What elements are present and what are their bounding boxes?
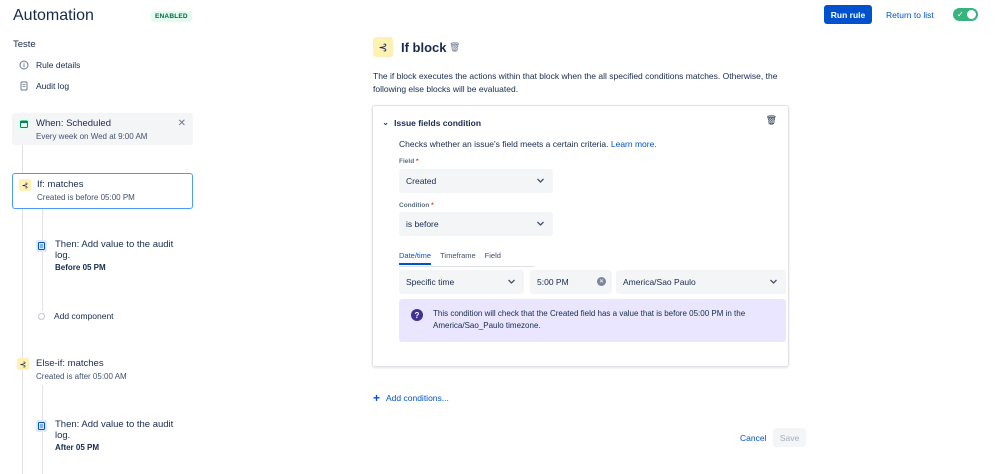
audit-log-label: Audit log — [36, 81, 70, 91]
learn-more-link[interactable]: Learn more. — [611, 139, 657, 149]
comparison-tabs: Date/time Timeframe Field — [399, 251, 501, 265]
time-mode-select[interactable]: Specific time — [399, 270, 524, 294]
check-icon: ✓ — [957, 10, 964, 19]
chevron-down-icon — [507, 277, 516, 288]
condition-panel: ⌄ Issue fields condition 🗑 Checks whethe… — [372, 105, 789, 367]
status-badge: ENABLED — [151, 11, 192, 22]
document-icon — [19, 81, 29, 91]
add-component-button[interactable]: Add component — [38, 311, 114, 321]
audit-log-action-icon — [36, 420, 47, 432]
if-block-card[interactable]: ⊰ If: matches Created is before 05:00 PM — [12, 173, 193, 209]
run-rule-button[interactable]: Run rule — [824, 5, 872, 24]
audit-log-action-icon — [36, 240, 47, 252]
condition-select-value: is before — [406, 219, 439, 229]
timezone-select[interactable]: America/Sao Paulo — [616, 270, 786, 294]
field-label: Field * — [399, 158, 419, 165]
required-marker: * — [431, 202, 434, 209]
field-label-text: Field — [399, 158, 415, 165]
tab-date-time[interactable]: Date/time — [399, 251, 432, 265]
save-button[interactable]: Save — [773, 428, 806, 447]
branch-icon: ⊰ — [17, 358, 29, 370]
elseif-action-detail: After 05 PM — [55, 443, 100, 452]
required-marker: * — [415, 158, 419, 165]
elseif-action-title: Then: Add value to the audit log. — [55, 419, 174, 441]
audit-log-link[interactable]: Audit log — [19, 81, 69, 91]
chevron-down-icon — [536, 219, 545, 230]
elseif-block-subtitle: Created is after 05:00 AM — [36, 372, 127, 381]
trash-icon[interactable]: 🗑 — [766, 115, 777, 126]
info-message-text: This condition will check that the Creat… — [433, 309, 746, 330]
condition-description: Checks whether an issue's field meets a … — [399, 139, 657, 149]
time-input-value: 5:00 PM — [537, 277, 569, 287]
page-title: Automation — [13, 7, 94, 24]
cancel-button[interactable]: Cancel — [740, 433, 766, 443]
rule-enabled-toggle[interactable]: ✓ — [953, 8, 978, 21]
close-icon[interactable]: ✕ — [178, 118, 186, 129]
branch-icon: ⊰ — [19, 179, 31, 191]
if-block-subtitle: Created is before 05:00 PM — [37, 193, 135, 202]
if-block-title: If: matches — [37, 179, 84, 190]
return-to-list-link[interactable]: Return to list — [886, 10, 934, 20]
elseif-block-title: Else-if: matches — [36, 358, 104, 369]
rule-name: Teste — [13, 39, 36, 50]
calendar-icon — [18, 118, 30, 130]
tab-field[interactable]: Field — [485, 251, 501, 265]
condition-description-text: Checks whether an issue's field meets a … — [399, 139, 609, 149]
time-input[interactable]: 5:00 PM ✕ — [530, 270, 612, 294]
tabs-divider — [399, 266, 534, 267]
condition-label: Condition * — [399, 202, 434, 209]
chevron-down-icon — [769, 277, 778, 288]
if-action-detail: Before 05 PM — [55, 263, 106, 272]
add-conditions-label: Add conditions... — [386, 393, 449, 403]
field-select[interactable]: Created — [399, 169, 553, 193]
trigger-subtitle: Every week on Wed at 9:00 AM — [36, 132, 148, 141]
elseif-block-card[interactable]: ⊰ Else-if: matches Created is after 05:0… — [17, 358, 127, 381]
condition-header[interactable]: ⌄ Issue fields condition — [382, 117, 481, 128]
plus-icon: + — [373, 391, 381, 405]
condition-header-label: Issue fields condition — [394, 117, 482, 128]
condition-select[interactable]: is before — [399, 212, 553, 236]
info-icon — [19, 60, 29, 70]
time-mode-value: Specific time — [406, 277, 455, 287]
branch-icon: ⊰ — [373, 37, 393, 57]
block-description: The if block executes the actions within… — [373, 71, 778, 94]
timezone-value: America/Sao Paulo — [623, 277, 696, 287]
if-action-item[interactable]: Then: Add value to the audit log. Before… — [33, 239, 183, 272]
rule-details-link[interactable]: Rule details — [19, 60, 80, 70]
info-message: ? This condition will check that the Cre… — [399, 299, 786, 342]
rule-details-label: Rule details — [36, 60, 81, 70]
chevron-down-icon: ⌄ — [382, 117, 390, 127]
elseif-action-item[interactable]: Then: Add value to the audit log. After … — [33, 419, 183, 452]
question-icon: ? — [411, 309, 423, 321]
block-title: If block — [401, 40, 447, 55]
trigger-title: When: Scheduled — [36, 118, 111, 129]
add-component-label: Add component — [54, 311, 114, 321]
toggle-knob — [967, 10, 976, 19]
chevron-down-icon — [536, 176, 545, 187]
if-action-title: Then: Add value to the audit log. — [55, 239, 174, 261]
condition-label-text: Condition — [399, 202, 430, 209]
trash-icon[interactable]: 🗑 — [449, 42, 460, 53]
flow-connector — [22, 370, 23, 474]
tab-timeframe[interactable]: Timeframe — [440, 251, 476, 265]
add-conditions-button[interactable]: + Add conditions... — [373, 391, 449, 405]
flow-connector — [22, 145, 23, 173]
trigger-card[interactable]: When: Scheduled Every week on Wed at 9:0… — [12, 113, 193, 145]
flow-connector — [22, 209, 23, 359]
field-select-value: Created — [406, 176, 437, 186]
add-component-dot-icon — [38, 312, 45, 320]
clear-icon[interactable]: ✕ — [597, 277, 606, 286]
